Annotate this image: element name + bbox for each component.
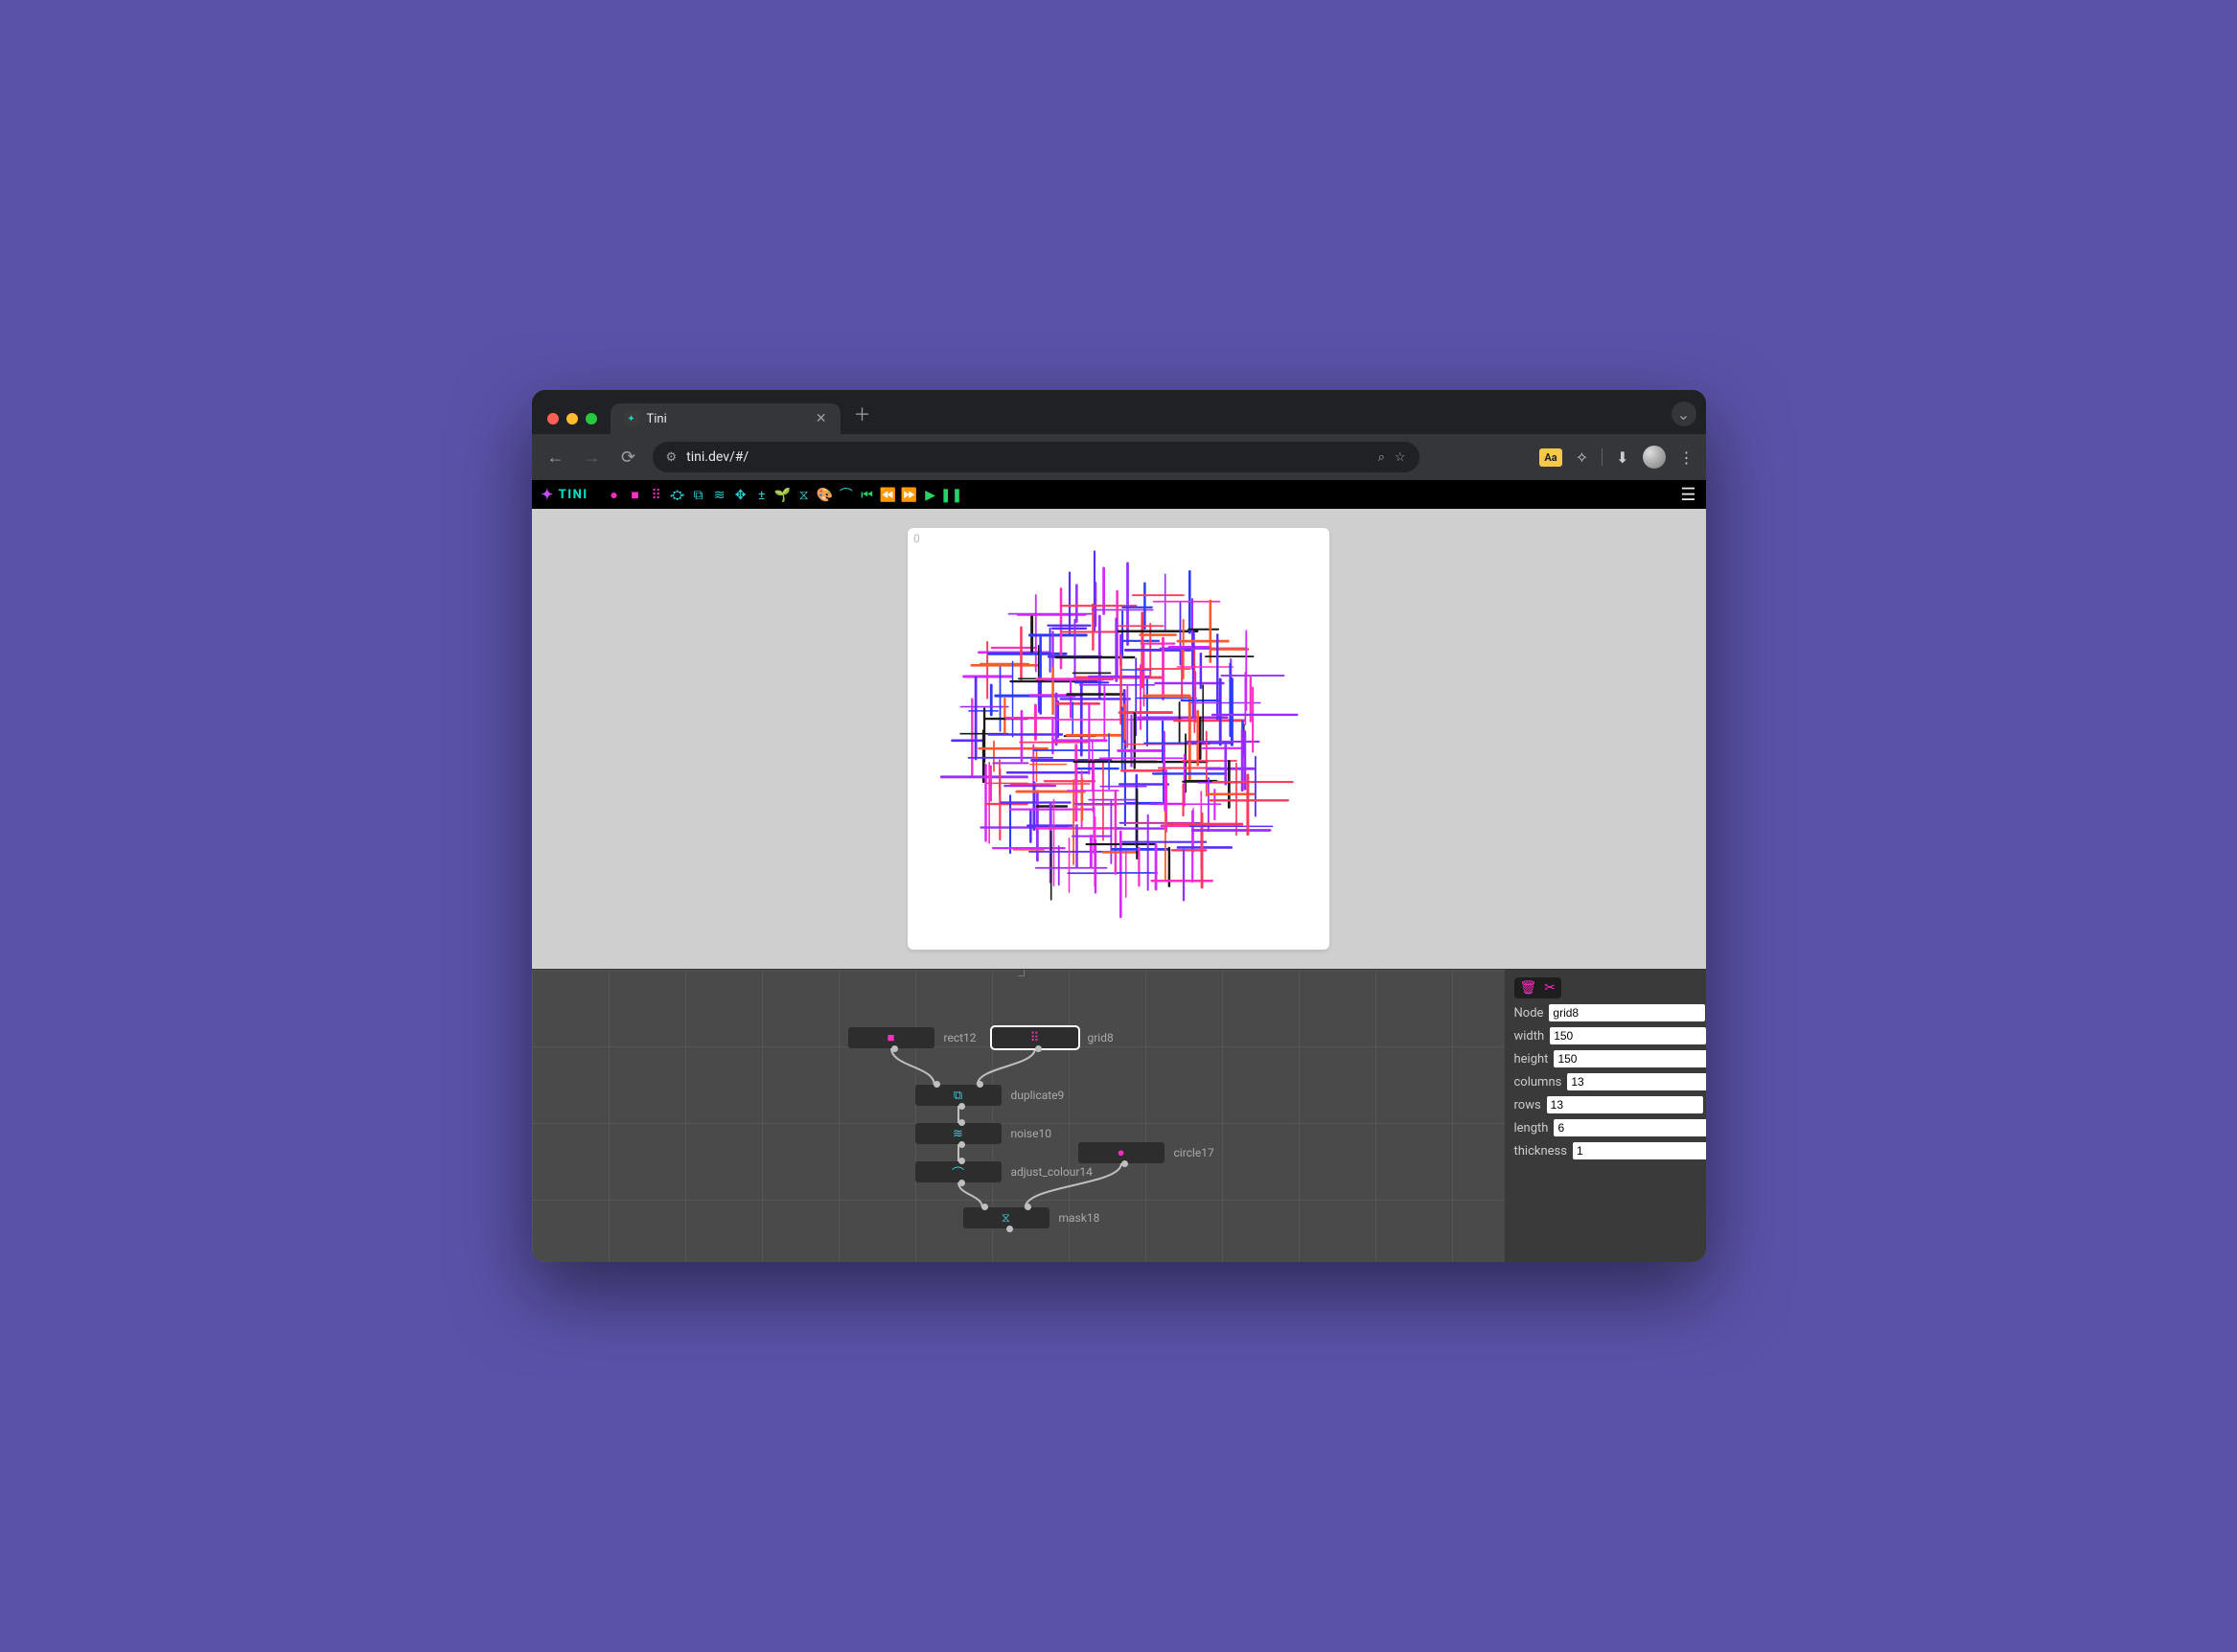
- forward-button: →: [580, 447, 605, 468]
- prop-label-columns: columns: [1514, 1075, 1562, 1090]
- node-rect12-icon: ■: [888, 1030, 895, 1045]
- node-noise10-label: noise10: [1011, 1127, 1051, 1140]
- tool-circle-shape-icon[interactable]: ●: [606, 487, 623, 504]
- address-bar[interactable]: ⚙ tini.dev/#/ ⌕ ☆: [653, 442, 1419, 472]
- node-duplicate9[interactable]: ⧉ duplicate9: [915, 1085, 1065, 1106]
- tool-rainbow-icon[interactable]: ⌒: [838, 486, 855, 503]
- app-toolbar: ✦ TINI ●■⠿⛮⧉≋✥±🌱⧖🎨⌒⏮⏪⏩▶❚❚ ☰: [532, 480, 1706, 509]
- tool-branch-icon[interactable]: 🌱: [774, 487, 792, 504]
- node-circle17-icon: ●: [1118, 1145, 1125, 1160]
- site-settings-icon[interactable]: ⚙: [666, 450, 678, 465]
- brand-text: TINI: [559, 488, 588, 502]
- width-input[interactable]: [1550, 1027, 1705, 1044]
- zoom-icon[interactable]: ⌕: [1378, 450, 1385, 465]
- minimize-window-icon[interactable]: [566, 413, 578, 424]
- node-adjust_colour14-label: adjust_colour14: [1011, 1165, 1093, 1179]
- tool-group-icon[interactable]: ⛮: [669, 487, 686, 504]
- browser-window: ✦ Tini ✕ ＋ ⌄ ← → ⟳ ⚙ tini.dev/#/ ⌕ ☆ Aa …: [532, 390, 1706, 1262]
- font-extension-icon[interactable]: Aa: [1539, 448, 1561, 467]
- cut-node-icon[interactable]: ✂: [1544, 980, 1556, 996]
- new-tab-button[interactable]: ＋: [854, 402, 871, 426]
- prop-label-length: length: [1514, 1121, 1549, 1136]
- app-menu-icon[interactable]: ☰: [1680, 485, 1695, 505]
- browser-tab[interactable]: ✦ Tini ✕: [611, 403, 841, 434]
- tab-favicon-icon: ✦: [624, 411, 639, 426]
- node-noise10-icon: ≋: [953, 1127, 963, 1141]
- node-duplicate9-label: duplicate9: [1011, 1089, 1065, 1102]
- tool-grid-shape-icon[interactable]: ⠿: [648, 487, 665, 504]
- downloads-icon[interactable]: ⬇: [1616, 448, 1628, 467]
- node-grid8-label: grid8: [1088, 1031, 1114, 1044]
- thickness-input[interactable]: [1573, 1142, 1706, 1159]
- back-button[interactable]: ←: [543, 447, 568, 468]
- tab-overflow-button[interactable]: ⌄: [1672, 402, 1696, 426]
- prop-label-height: height: [1514, 1052, 1549, 1067]
- prop-label-rows: rows: [1514, 1098, 1541, 1113]
- profile-avatar[interactable]: [1643, 446, 1666, 469]
- reload-button[interactable]: ⟳: [616, 447, 641, 468]
- brand-icon: ✦: [542, 486, 555, 503]
- app-brand[interactable]: ✦ TINI: [542, 486, 588, 503]
- property-inspector: 🗑 ✂ Node width ◀▶ height ◀▶: [1505, 970, 1706, 1262]
- height-input[interactable]: [1554, 1050, 1705, 1067]
- tool-transform-icon[interactable]: ✥: [732, 487, 750, 504]
- canvas-area: 0: [532, 509, 1706, 969]
- node-mask18[interactable]: ⧖ mask18: [963, 1207, 1100, 1228]
- output-canvas[interactable]: 0: [908, 528, 1329, 950]
- node-editor: ■ rect12 ⠿ grid8 ⧉ duplicate9 ≋ noise10 ⌒ adjust_…: [532, 969, 1706, 1262]
- node-circle17-label: circle17: [1174, 1146, 1214, 1159]
- tool-pause-icon[interactable]: ❚❚: [943, 487, 960, 504]
- node-mask18-label: mask18: [1059, 1211, 1100, 1225]
- tool-offset-icon[interactable]: ±: [753, 487, 771, 504]
- inspector-actions: 🗑 ✂: [1514, 977, 1562, 998]
- node-adjust_colour14-icon: ⌒: [952, 1163, 964, 1182]
- node-duplicate9-icon: ⧉: [954, 1089, 962, 1103]
- node-noise10[interactable]: ≋ noise10: [915, 1123, 1051, 1144]
- window-controls: [547, 413, 597, 424]
- rows-input[interactable]: [1547, 1096, 1703, 1113]
- tool-noise-icon[interactable]: ≋: [711, 487, 728, 504]
- frame-counter: 0: [913, 532, 920, 545]
- tool-rect-shape-icon[interactable]: ■: [627, 487, 644, 504]
- tool-next-frame-icon[interactable]: ⏩: [901, 487, 918, 504]
- browser-tabstrip: ✦ Tini ✕ ＋ ⌄: [532, 390, 1706, 434]
- node-circle17[interactable]: ● circle17: [1078, 1142, 1214, 1163]
- node-mask18-icon: ⧖: [1002, 1211, 1010, 1226]
- tool-duplicate-icon[interactable]: ⧉: [690, 487, 707, 504]
- node-grid8-icon: ⠿: [1030, 1031, 1040, 1045]
- prop-label-node: Node: [1514, 1006, 1544, 1021]
- length-input[interactable]: [1554, 1119, 1705, 1136]
- tool-play-icon[interactable]: ▶: [922, 487, 939, 504]
- node-grid8[interactable]: ⠿ grid8: [992, 1027, 1114, 1048]
- extensions-icon[interactable]: ✧: [1576, 448, 1588, 467]
- node-rect12[interactable]: ■ rect12: [848, 1027, 977, 1048]
- close-window-icon[interactable]: [547, 413, 559, 424]
- delete-node-icon[interactable]: 🗑: [1520, 980, 1537, 996]
- bookmark-icon[interactable]: ☆: [1395, 450, 1406, 465]
- tab-title: Tini: [647, 412, 667, 426]
- tool-prev-frame-icon[interactable]: ⏪: [880, 487, 897, 504]
- app-root: ✦ TINI ●■⠿⛮⧉≋✥±🌱⧖🎨⌒⏮⏪⏩▶❚❚ ☰ 0 ■rect12⠿gr…: [532, 480, 1706, 1262]
- url-text: tini.dev/#/: [686, 449, 749, 465]
- columns-input[interactable]: [1567, 1073, 1705, 1090]
- toolbar-divider: [1602, 448, 1603, 466]
- tool-palette-icon[interactable]: 🎨: [817, 487, 834, 504]
- tool-rewind-icon[interactable]: ⏮: [859, 487, 876, 504]
- prop-label-width: width: [1514, 1029, 1545, 1044]
- tool-mask-icon[interactable]: ⧖: [796, 487, 813, 504]
- maximize-window-icon[interactable]: [586, 413, 597, 424]
- prop-label-thickness: thickness: [1514, 1144, 1567, 1159]
- browser-menu-icon[interactable]: ⋮: [1679, 448, 1695, 467]
- browser-toolbar: ← → ⟳ ⚙ tini.dev/#/ ⌕ ☆ Aa ✧ ⬇ ⋮: [532, 434, 1706, 480]
- node-graph[interactable]: ■ rect12 ⠿ grid8 ⧉ duplicate9 ≋ noise10 ⌒ adjust_…: [532, 970, 1505, 1262]
- node-rect12-label: rect12: [944, 1031, 977, 1044]
- node-adjust_colour14[interactable]: ⌒ adjust_colour14: [915, 1161, 1093, 1182]
- node-name-input[interactable]: [1549, 1004, 1705, 1021]
- artwork-svg: [908, 528, 1329, 950]
- tab-close-icon[interactable]: ✕: [816, 411, 827, 426]
